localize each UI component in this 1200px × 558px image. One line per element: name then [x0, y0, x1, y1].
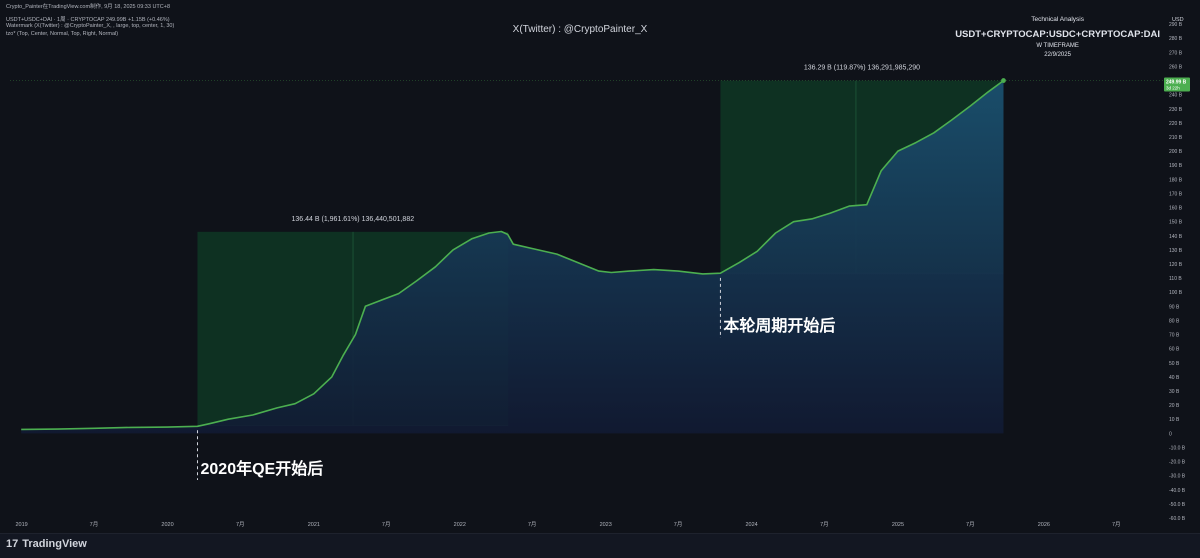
brand-name: TradingView: [22, 538, 87, 550]
x-tick-label: 7月: [674, 521, 683, 528]
y-tick-label: 140 B: [1169, 234, 1183, 240]
y-axis-unit: USD: [1172, 17, 1184, 23]
y-tick-label: 240 B: [1169, 93, 1183, 99]
y-tick-label: 60 B: [1169, 347, 1180, 353]
y-tick-label: 70 B: [1169, 333, 1180, 339]
y-tick-label: 230 B: [1169, 107, 1183, 113]
stablecoin-supply-chart[interactable]: 136.44 B (1,961.61%) 136,440,501,882 136.…: [0, 0, 1200, 557]
y-tick-label: 260 B: [1169, 64, 1183, 70]
x-tick-label: 2026: [1038, 522, 1050, 528]
y-tick-label: -20.0 B: [1169, 460, 1186, 466]
y-tick-label: 20 B: [1169, 403, 1180, 409]
x-tick-label: 7月: [1112, 521, 1121, 528]
x-axis[interactable]: 2019 7月 2020 7月 2021 7月 2022 7月 2023 7月 2024 7月 2025…: [15, 521, 1120, 528]
y-tick-label: 110 B: [1169, 276, 1182, 282]
price-badge-countdown: 3d 22h: [1166, 86, 1180, 91]
y-tick-label: 190 B: [1169, 163, 1183, 169]
y-tick-label: 0: [1169, 431, 1172, 437]
tradingview-icon: 17: [6, 538, 19, 550]
y-tick-label: 80 B: [1169, 318, 1180, 324]
x-tick-label: 7月: [528, 521, 537, 528]
y-tick-label: 180 B: [1169, 177, 1183, 183]
y-tick-label: 120 B: [1169, 262, 1183, 268]
x-tick-label: 2024: [745, 522, 757, 528]
y-tick-label: 220 B: [1169, 121, 1183, 127]
y-tick-label: 50 B: [1169, 361, 1180, 367]
x-tick-label: 7月: [820, 521, 829, 528]
x-tick-label: 2023: [600, 522, 612, 528]
y-tick-label: 130 B: [1169, 248, 1183, 254]
x-tick-label: 7月: [90, 521, 99, 528]
x-tick-label: 7月: [236, 521, 245, 528]
y-tick-label: 150 B: [1169, 220, 1183, 226]
y-axis[interactable]: -60.0 B -50.0 B -40.0 B -30.0 B -20.0 B -10.0…: [1164, 17, 1190, 522]
range-box-label: 136.29 B (119.87%) 136,291,985,290: [804, 65, 920, 72]
y-tick-label: -60.0 B: [1169, 516, 1186, 522]
y-tick-label: -10.0 B: [1169, 445, 1186, 451]
tradingview-logo[interactable]: 17 TradingView: [6, 538, 87, 550]
x-tick-label: 2021: [308, 522, 320, 528]
y-tick-label: 40 B: [1169, 375, 1180, 381]
y-tick-label: 270 B: [1169, 50, 1183, 56]
y-tick-label: 30 B: [1169, 389, 1180, 395]
marker-label: 本轮周期开始后: [723, 316, 835, 335]
y-tick-label: -40.0 B: [1169, 488, 1186, 494]
y-tick-label: 100 B: [1169, 290, 1183, 296]
x-tick-label: 7月: [966, 521, 975, 528]
x-tick-label: 2025: [892, 522, 904, 528]
bottom-bar: [0, 533, 1200, 558]
y-tick-label: -30.0 B: [1169, 474, 1186, 480]
y-tick-label: 280 B: [1169, 36, 1183, 42]
y-tick-label: 200 B: [1169, 149, 1183, 155]
x-tick-label: 2022: [454, 522, 466, 528]
y-tick-label: 170 B: [1169, 191, 1183, 197]
x-tick-label: 7月: [382, 521, 391, 528]
x-tick-label: 2020: [161, 522, 173, 528]
y-tick-label: 210 B: [1169, 135, 1183, 141]
y-tick-label: 160 B: [1169, 206, 1183, 212]
y-tick-label: 90 B: [1169, 304, 1180, 310]
x-tick-label: 2019: [15, 522, 27, 528]
range-box-label: 136.44 B (1,961.61%) 136,440,501,882: [292, 216, 415, 223]
y-tick-label: 10 B: [1169, 417, 1180, 423]
marker-label: 2020年QE开始后: [201, 459, 324, 478]
y-tick-label: -50.0 B: [1169, 502, 1186, 508]
y-tick-label: 290 B: [1169, 22, 1183, 28]
